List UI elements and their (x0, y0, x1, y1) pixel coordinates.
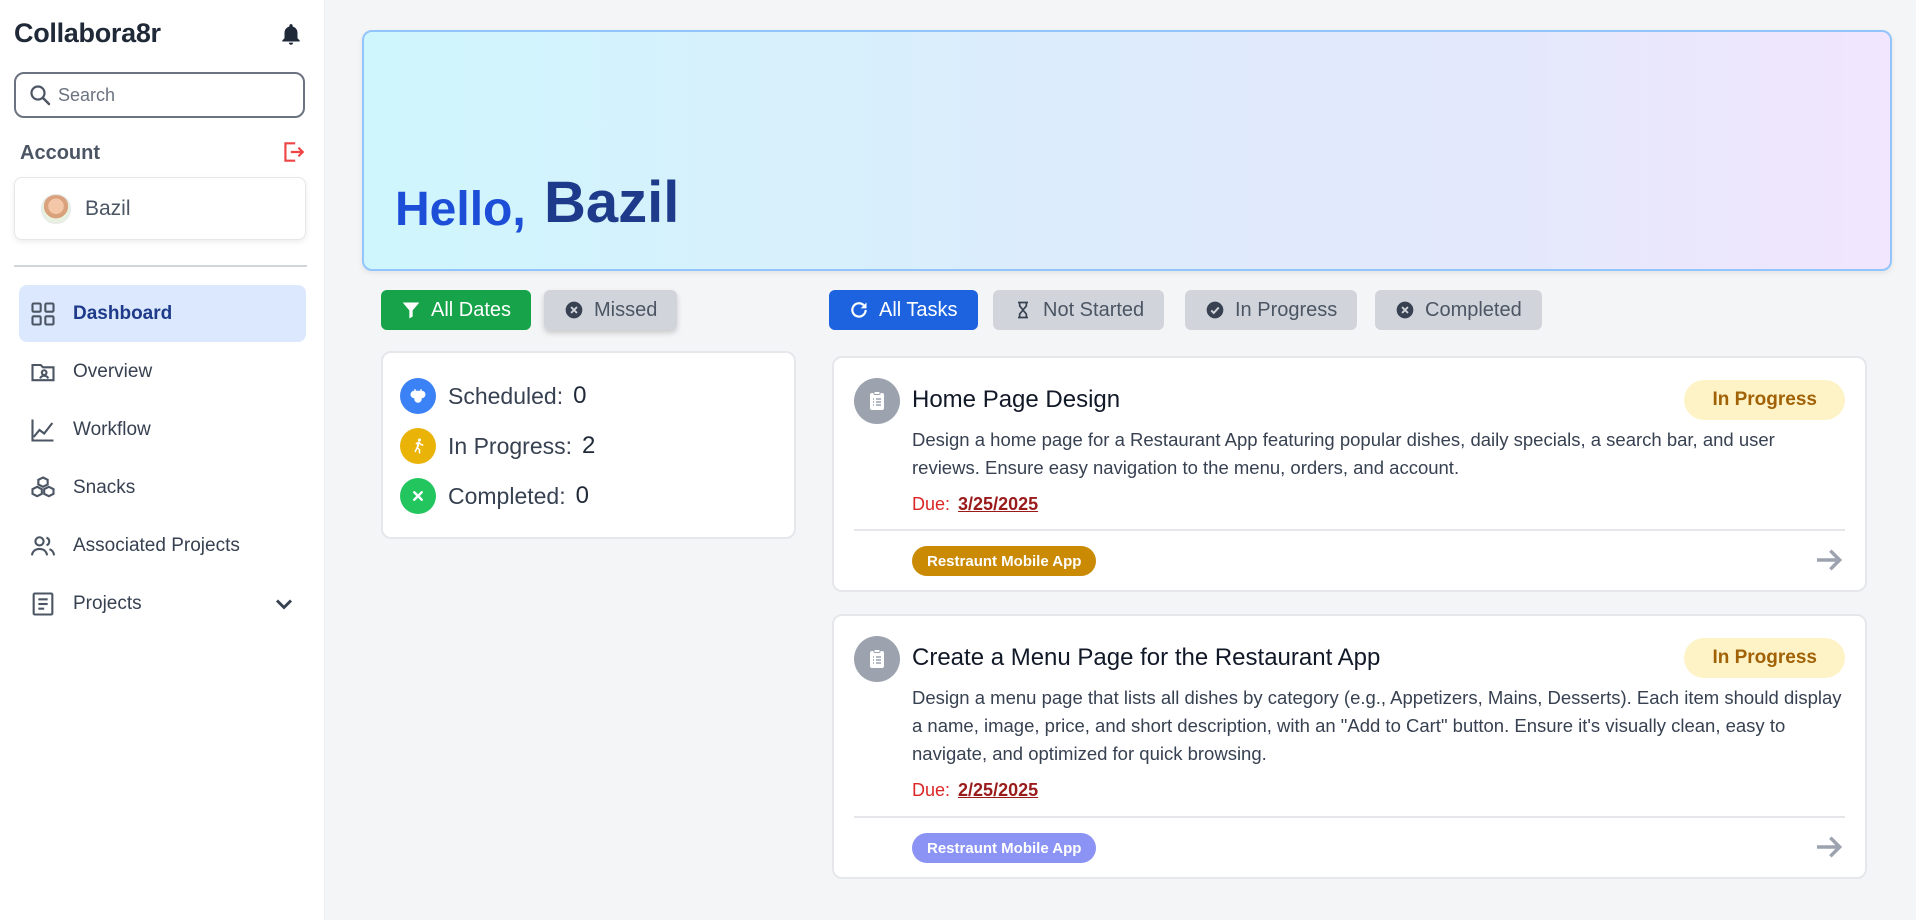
sidebar-item-workflow[interactable]: Workflow (19, 401, 306, 458)
button-label: Not Started (1043, 298, 1145, 321)
account-user-name: Bazil (85, 196, 131, 220)
task-card[interactable]: Home Page Design In Progress Design a ho… (832, 356, 1867, 592)
arrow-right-icon[interactable] (1813, 544, 1845, 576)
greeting-user-name: Bazil (544, 170, 680, 235)
x-circle-icon (565, 301, 583, 319)
filter-completed-button[interactable]: Completed (1375, 290, 1542, 330)
clipboard-icon (854, 378, 900, 424)
line-chart-icon (31, 419, 54, 442)
folder-user-icon (31, 363, 55, 381)
x-circle-icon (1396, 301, 1414, 319)
sidebar-nav: Dashboard Overview Workflow Snacks Assoc… (19, 285, 306, 633)
logout-icon[interactable] (280, 139, 306, 165)
avatar (41, 193, 71, 224)
due-label: Due: (912, 494, 951, 514)
sidebar-item-label: Dashboard (73, 302, 173, 324)
greeting-text: Hello, (395, 183, 526, 236)
stat-value: 0 (573, 382, 587, 409)
arrow-right-icon[interactable] (1813, 831, 1845, 863)
task-divider (854, 816, 1845, 818)
clipboard-icon (854, 636, 900, 682)
search-icon (30, 85, 51, 106)
stat-label: Scheduled: (448, 382, 564, 409)
stat-label: In Progress: (448, 432, 572, 459)
task-description: Design a menu page that lists all dishes… (912, 687, 1842, 764)
status-badge: In Progress (1684, 638, 1845, 678)
stat-in-progress: In Progress: 2 (400, 428, 595, 464)
button-label: Completed (1425, 298, 1522, 321)
filter-in-progress-button[interactable]: In Progress (1185, 290, 1358, 330)
project-tag[interactable]: Restraunt Mobile App (912, 833, 1097, 863)
task-title[interactable]: Home Page Design (912, 386, 1120, 414)
clock-icon (400, 378, 436, 414)
sidebar-item-label: Snacks (73, 476, 136, 498)
due-date: 3/25/2025 (958, 494, 1039, 514)
grid-icon (31, 301, 55, 326)
task-divider (854, 529, 1845, 531)
stat-completed: Completed: 0 (400, 478, 589, 514)
hourglass-icon (1018, 301, 1028, 319)
x-icon (400, 478, 436, 514)
users-icon (30, 535, 56, 556)
button-label: In Progress (1235, 298, 1338, 321)
search-input[interactable] (58, 84, 298, 106)
status-badge: In Progress (1684, 380, 1845, 420)
sidebar-item-projects[interactable]: Projects (19, 575, 306, 632)
filter-not-started-button[interactable]: Not Started (993, 290, 1165, 330)
check-circle-icon (1206, 301, 1224, 319)
refresh-icon (851, 302, 867, 318)
due-label: Due: (912, 780, 951, 800)
sidebar-item-associated-projects[interactable]: Associated Projects (19, 517, 306, 574)
app-title: Collabora8r (14, 18, 161, 48)
running-icon (400, 428, 436, 464)
sidebar-item-label: Associated Projects (73, 534, 240, 556)
button-label: All Dates (431, 298, 512, 321)
sidebar-item-snacks[interactable]: Snacks (19, 459, 306, 516)
project-tag[interactable]: Restraunt Mobile App (912, 546, 1097, 576)
task-stats-card: Scheduled: 0 In Progress: 2 Completed: 0 (381, 351, 796, 539)
task-description: Design a home page for a Restaurant App … (912, 429, 1775, 478)
filter-all-dates-button[interactable]: All Dates (381, 290, 532, 330)
cubes-icon (31, 475, 55, 497)
stat-scheduled: Scheduled: 0 (400, 378, 586, 414)
document-icon (32, 591, 54, 616)
filter-icon (402, 302, 420, 319)
button-label: All Tasks (879, 298, 958, 321)
stat-value: 2 (582, 432, 596, 459)
stat-label: Completed: (448, 482, 566, 509)
account-card[interactable]: Bazil (14, 177, 306, 240)
search-box[interactable] (14, 72, 305, 118)
sidebar: Collabora8r Account Bazil Dashboard Over… (0, 0, 325, 920)
account-label: Account (20, 142, 100, 164)
bell-icon[interactable] (278, 20, 304, 50)
task-card[interactable]: Create a Menu Page for the Restaurant Ap… (832, 614, 1867, 879)
chevron-down-icon[interactable] (270, 590, 298, 618)
sidebar-item-overview[interactable]: Overview (19, 343, 306, 400)
task-due: Due: 2/25/2025 (912, 780, 1038, 801)
sidebar-item-label: Workflow (73, 418, 151, 440)
button-label: Missed (594, 298, 658, 321)
welcome-banner: Hello, Bazil (362, 30, 1892, 271)
task-title[interactable]: Create a Menu Page for the Restaurant Ap… (912, 644, 1380, 672)
task-due: Due: 3/25/2025 (912, 494, 1038, 515)
stat-value: 0 (575, 482, 589, 509)
filter-missed-button[interactable]: Missed (544, 290, 678, 330)
sidebar-divider (14, 265, 307, 267)
filter-all-tasks-button[interactable]: All Tasks (829, 290, 978, 330)
due-date: 2/25/2025 (958, 780, 1039, 800)
sidebar-item-dashboard[interactable]: Dashboard (19, 285, 306, 342)
sidebar-item-label: Overview (73, 360, 153, 382)
sidebar-item-label: Projects (73, 592, 142, 614)
